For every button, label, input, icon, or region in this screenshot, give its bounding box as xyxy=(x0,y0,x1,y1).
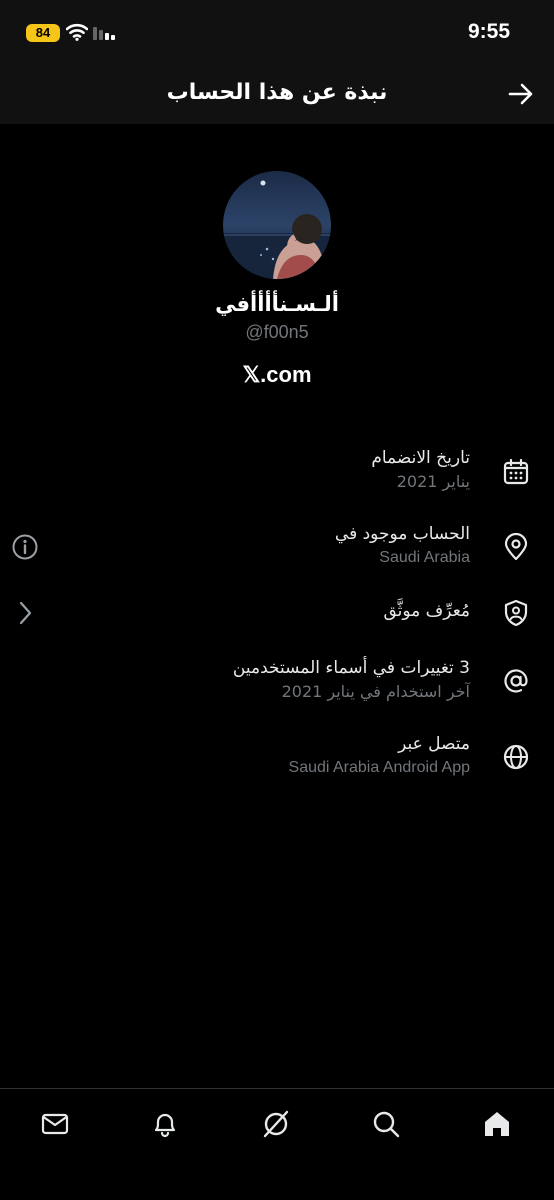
location-pin-icon xyxy=(504,533,528,561)
display-name: ألـسـنأأأأفي xyxy=(215,292,339,316)
info-circle-icon[interactable] xyxy=(12,534,38,560)
calendar-icon xyxy=(503,458,529,485)
verified-label: مُعرِّف موثَّق xyxy=(383,601,470,621)
bell-icon[interactable] xyxy=(150,1109,180,1139)
username-changes-value: آخر استخدام في يناير 2021 xyxy=(281,682,470,701)
info-row-joined: تاريخ الانضمام يناير 2021 xyxy=(24,446,530,502)
username-handle: @f00n5 xyxy=(245,322,309,342)
info-row-verified[interactable]: مُعرِّف موثَّق xyxy=(24,599,530,655)
joined-label: تاريخ الانضمام xyxy=(371,448,470,468)
location-value: Saudi Arabia xyxy=(379,549,470,566)
chevron-right-icon[interactable] xyxy=(12,600,38,626)
search-icon[interactable] xyxy=(371,1109,401,1139)
header: نبذة عن هذا الحساب xyxy=(0,64,554,124)
info-row-username-changes: 3 تغييرات في أسماء المستخدمين آخر استخدا… xyxy=(24,656,530,712)
info-row-location: الحساب موجود في Saudi Arabia xyxy=(24,522,530,578)
shield-person-icon xyxy=(504,599,528,627)
joined-value: يناير 2021 xyxy=(396,472,470,491)
bottom-tab-bar xyxy=(0,1088,554,1200)
location-label: الحساب موجود في xyxy=(334,524,470,544)
back-arrow-icon[interactable] xyxy=(508,81,534,107)
globe-icon xyxy=(503,744,529,770)
battery-indicator: 84 xyxy=(26,24,60,42)
cellular-signal-icon xyxy=(93,27,115,40)
info-row-connected: متصل عبر Saudi Arabia Android App xyxy=(24,732,530,788)
at-sign-icon xyxy=(504,669,528,693)
wifi-icon xyxy=(66,23,88,41)
mail-icon[interactable] xyxy=(40,1109,70,1139)
grok-icon[interactable] xyxy=(261,1109,291,1139)
page-title: نبذة عن هذا الحساب xyxy=(166,80,388,105)
site-label: 𝕏.com xyxy=(242,362,312,387)
status-bar: 84 9:55 xyxy=(0,0,554,64)
connected-label: متصل عبر xyxy=(398,734,470,754)
connected-value: Saudi Arabia Android App xyxy=(288,759,470,776)
status-time: 9:55 xyxy=(467,20,510,43)
username-changes-label: 3 تغييرات في أسماء المستخدمين xyxy=(232,658,470,678)
home-icon[interactable] xyxy=(482,1109,512,1139)
avatar xyxy=(223,171,331,279)
